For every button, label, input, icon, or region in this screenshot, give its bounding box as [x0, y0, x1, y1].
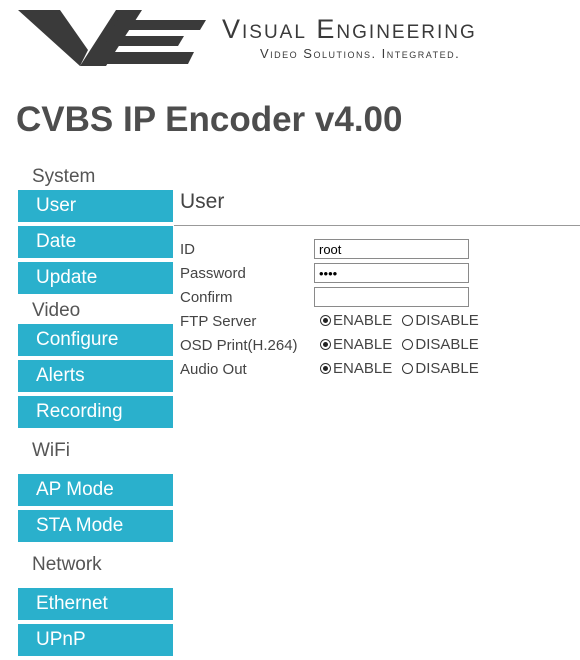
osd-print-enable-radio[interactable]: ENABLE — [320, 336, 392, 353]
audio-out-label: Audio Out — [180, 361, 247, 378]
radio-checked-icon — [320, 339, 331, 350]
radio-unchecked-icon — [402, 315, 414, 326]
id-field[interactable] — [314, 239, 469, 259]
nav-section-video: Video — [32, 300, 81, 321]
confirm-label: Confirm — [180, 289, 233, 306]
brand-subtitle: Video Solutions. Integrated. — [260, 46, 461, 61]
nav-item-alerts[interactable]: Alerts — [18, 360, 173, 392]
form-row-osd-print: OSD Print(H.264) ENABLE DISABLE — [180, 335, 580, 357]
brand-title: Visual Engineering — [222, 14, 477, 44]
audio-out-disable-radio[interactable]: DISABLE — [402, 360, 479, 377]
radio-unchecked-icon — [402, 339, 414, 350]
ftp-server-disable-radio[interactable]: DISABLE — [402, 312, 479, 329]
id-label: ID — [180, 241, 195, 258]
content-divider — [174, 225, 580, 226]
audio-out-radio-group: ENABLE DISABLE — [320, 360, 485, 377]
nav-section-system: System — [32, 166, 96, 187]
osd-print-disable-radio[interactable]: DISABLE — [402, 336, 479, 353]
nav-item-user[interactable]: User — [18, 190, 173, 222]
form-row-audio-out: Audio Out ENABLE DISABLE — [180, 359, 580, 381]
ftp-server-radio-group: ENABLE DISABLE — [320, 312, 485, 329]
radio-unchecked-icon — [402, 363, 414, 374]
nav-section-network: Network — [32, 554, 102, 575]
nav-item-sta-mode[interactable]: STA Mode — [18, 510, 173, 542]
confirm-field[interactable] — [314, 287, 469, 307]
nav-item-update[interactable]: Update — [18, 262, 173, 294]
radio-checked-icon — [320, 363, 331, 374]
form-row-confirm: Confirm — [180, 287, 580, 309]
nav-item-ap-mode[interactable]: AP Mode — [18, 474, 173, 506]
form-row-ftp-server: FTP Server ENABLE DISABLE — [180, 311, 580, 333]
osd-print-radio-group: ENABLE DISABLE — [320, 336, 485, 353]
nav-item-upnp[interactable]: UPnP — [18, 624, 173, 656]
password-label: Password — [180, 265, 246, 282]
radio-checked-icon — [320, 315, 331, 326]
form-row-password: Password — [180, 263, 580, 285]
nav-item-date[interactable]: Date — [18, 226, 173, 258]
form-row-id: ID — [180, 239, 580, 261]
ftp-server-enable-radio[interactable]: ENABLE — [320, 312, 392, 329]
content-title: User — [180, 190, 225, 213]
page-title: CVBS IP Encoder v4.00 — [16, 100, 403, 139]
password-field[interactable] — [314, 263, 469, 283]
osd-print-label: OSD Print(H.264) — [180, 337, 298, 354]
ftp-server-label: FTP Server — [180, 313, 257, 330]
nav-item-recording[interactable]: Recording — [18, 396, 173, 428]
audio-out-enable-radio[interactable]: ENABLE — [320, 360, 392, 377]
visual-engineering-logo-icon — [18, 10, 206, 66]
nav-item-configure[interactable]: Configure — [18, 324, 173, 356]
nav-section-wifi: WiFi — [32, 440, 70, 461]
nav-item-ethernet[interactable]: Ethernet — [18, 588, 173, 620]
sidebar-nav: System User Date Update Video Configure … — [18, 164, 173, 660]
